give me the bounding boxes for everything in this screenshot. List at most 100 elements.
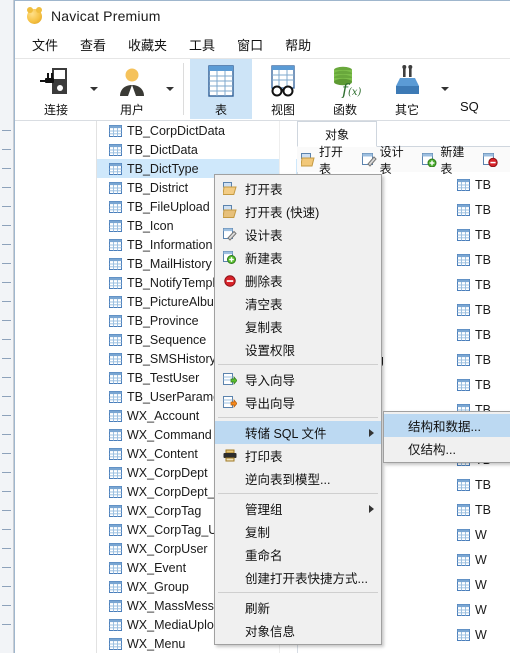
strip-tick (2, 244, 11, 245)
context-menu-item-19[interactable]: 创建打开表快捷方式... (215, 566, 381, 589)
table-row-icon (457, 353, 470, 366)
object-grid-item-c2-row[interactable]: W (457, 522, 498, 547)
function-icon: f (x) (329, 63, 361, 99)
table-row-icon (109, 409, 122, 422)
context-submenu[interactable]: 结构和数据... 仅结构... (383, 411, 510, 463)
context-menu-item-4[interactable]: 删除表 (215, 269, 381, 292)
context-menu-item-label: 对象信息 (245, 625, 296, 639)
ribbon-button-other[interactable]: 其它 (376, 59, 438, 119)
tree-item-label: TB_MailHistory (127, 256, 212, 271)
ribbon-button-connection[interactable]: 连接 (25, 59, 87, 119)
object-grid-item-c2-row[interactable]: TB (457, 197, 498, 222)
object-grid-item-c2-row[interactable]: TB (457, 322, 498, 347)
ribbon-toolbar: 连接 用户 表 视图 f (x) 函数 其它 SQ (15, 59, 510, 121)
context-menu-item-18[interactable]: 重命名 (215, 543, 381, 566)
strip-tick (2, 548, 11, 549)
context-menu-item-7[interactable]: 设置权限 (215, 338, 381, 361)
ribbon-group-function: f (x) 函数 (314, 59, 376, 121)
context-menu-item-label: 删除表 (245, 275, 283, 289)
table-row-icon (109, 466, 122, 479)
object-grid-item-c2-row[interactable]: W (457, 622, 498, 647)
context-menu-item-2[interactable]: 设计表 (215, 223, 381, 246)
menu-item-view[interactable]: 查看 (69, 32, 117, 57)
strip-tick (2, 320, 11, 321)
context-submenu-item-0[interactable]: 结构和数据... (384, 414, 510, 437)
object-grid-item-c2-row[interactable]: TB (457, 297, 498, 322)
context-menu-item-17[interactable]: 复制 (215, 520, 381, 543)
context-menu-item-16[interactable]: 管理组 (215, 497, 381, 520)
tree-item-tb_dictdata[interactable]: TB_DictData (97, 140, 297, 159)
object-grid-item-c2-row[interactable]: TB (457, 272, 498, 297)
context-menu-item-13[interactable]: 打印表 (215, 444, 381, 467)
ribbon-dropdown-connection[interactable] (87, 59, 101, 119)
ribbon-dropdown-other[interactable] (438, 59, 452, 119)
menu-item-window[interactable]: 窗口 (226, 32, 274, 57)
menu-item-file[interactable]: 文件 (21, 32, 69, 57)
ribbon-dropdown-user[interactable] (163, 59, 177, 119)
tree-item-label: WX_Content (127, 446, 198, 461)
context-menu-item-12[interactable]: 转储 SQL 文件 (215, 421, 381, 444)
ribbon-group-table: 表 (190, 59, 252, 121)
tree-item-label: TB_Information (127, 237, 213, 252)
object-grid-item-c2-row[interactable]: W (457, 547, 498, 572)
object-grid-item-c2-label: TB (475, 302, 491, 317)
context-menu-item-10[interactable]: 导出向导 (215, 391, 381, 414)
new-table-icon (422, 152, 437, 167)
navicat-icon (27, 6, 42, 24)
object-grid-item-c1-row[interactable] (297, 647, 447, 653)
context-menu-item-label: 复制表 (245, 321, 283, 335)
context-menu-item-3[interactable]: 新建表 (215, 246, 381, 269)
table-row-icon (109, 523, 122, 536)
context-menu-item-1[interactable]: 打开表 (快速) (215, 200, 381, 223)
export-wizard-icon (221, 396, 239, 409)
menu-item-favorites[interactable]: 收藏夹 (117, 32, 178, 57)
tree-item-tb_corpdictdata[interactable]: TB_CorpDictData (97, 121, 297, 140)
context-menu[interactable]: 打开表 打开表 (快速) 设计表 新建表删除表清空表复制表设置权限导入向导导出向导转储… (214, 174, 382, 645)
context-menu-separator (218, 592, 378, 593)
tree-item-label: WX_Account (127, 408, 200, 423)
context-submenu-item-1[interactable]: 仅结构... (384, 437, 510, 460)
context-menu-item-9[interactable]: 导入向导 (215, 368, 381, 391)
object-grid-item-c2-row[interactable]: TB (457, 372, 498, 397)
ribbon-button-function[interactable]: f (x) 函数 (314, 59, 376, 119)
ribbon-button-view[interactable]: 视图 (252, 59, 314, 119)
context-menu-item-0[interactable]: 打开表 (215, 177, 381, 200)
object-grid-item-c2-row[interactable]: W (457, 647, 498, 653)
object-grid-item-c2-label: TB (475, 502, 491, 517)
context-submenu-item-label: 结构和数据... (408, 420, 481, 434)
context-menu-item-label: 设置权限 (245, 344, 296, 358)
ribbon-label-view: 视图 (270, 103, 295, 117)
table-row-icon (109, 485, 122, 498)
menu-item-help[interactable]: 帮助 (274, 32, 322, 57)
object-grid-item-c2-row[interactable]: TB (457, 497, 498, 522)
ribbon-button-table[interactable]: 表 (190, 59, 252, 119)
context-menu-item-label: 导入向导 (245, 374, 296, 388)
object-grid-item-c2-row[interactable]: W (457, 572, 498, 597)
context-menu-item-21[interactable]: 刷新 (215, 596, 381, 619)
table-row-icon (109, 371, 122, 384)
object-grid-item-c2-row[interactable]: W (457, 597, 498, 622)
window-title: Navicat Premium (51, 8, 161, 24)
ribbon-label-table: 表 (214, 103, 227, 117)
table-row-icon (457, 178, 470, 191)
context-menu-item-label: 刷新 (245, 602, 271, 616)
table-row-icon (109, 333, 122, 346)
object-grid-item-c2-row[interactable]: TB (457, 247, 498, 272)
object-grid-item-c2-row[interactable]: TB (457, 172, 498, 197)
object-grid-item-c2-row[interactable]: TB (457, 472, 498, 497)
table-row-icon (109, 599, 122, 612)
object-grid-item-c2-row[interactable]: TB (457, 222, 498, 247)
delete-table-button[interactable] (483, 152, 501, 167)
ribbon-group-view: 视图 (252, 59, 314, 121)
object-grid-item-c2-label: W (475, 527, 487, 542)
object-grid-item-c2-label: TB (475, 177, 491, 192)
context-menu-item-14[interactable]: 逆向表到模型... (215, 467, 381, 490)
context-menu-item-5[interactable]: 清空表 (215, 292, 381, 315)
strip-tick (2, 225, 11, 226)
context-menu-item-22[interactable]: 对象信息 (215, 619, 381, 642)
menu-item-tools[interactable]: 工具 (178, 32, 226, 57)
strip-tick (2, 453, 11, 454)
object-grid-item-c2-row[interactable]: TB (457, 347, 498, 372)
ribbon-button-user[interactable]: 用户 (101, 59, 163, 119)
context-menu-item-6[interactable]: 复制表 (215, 315, 381, 338)
